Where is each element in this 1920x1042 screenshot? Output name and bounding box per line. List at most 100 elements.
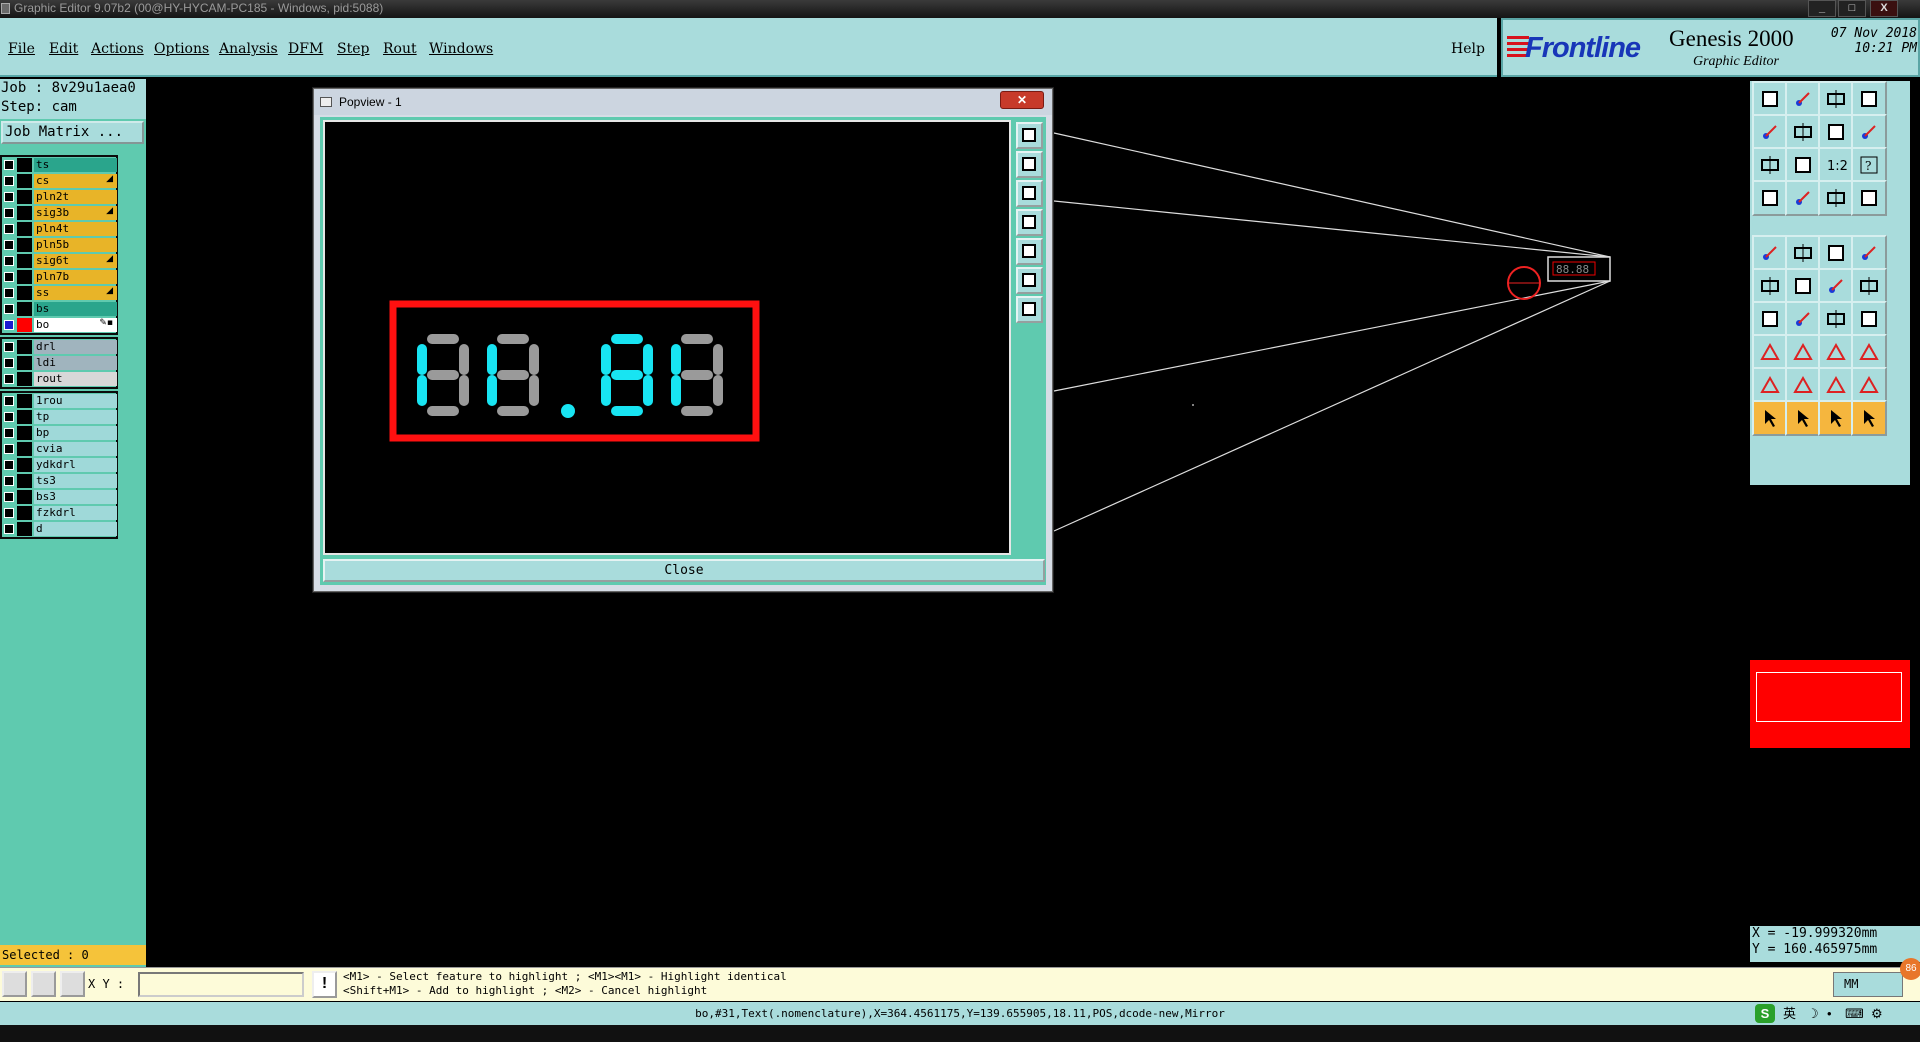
minus-icon[interactable]: [1785, 334, 1821, 370]
settings-wrench-icon[interactable]: ⚙: [1871, 1002, 1883, 1025]
menu-step[interactable]: Step: [337, 41, 369, 57]
layer-checkbox[interactable]: [4, 192, 14, 202]
triangle-icon[interactable]: [1752, 367, 1788, 403]
snap-pad-icon[interactable]: [1752, 334, 1788, 370]
layer-name[interactable]: drl: [34, 340, 117, 354]
layer-row-drl[interactable]: drl: [2, 339, 117, 355]
zoom-io-icon[interactable]: [1818, 114, 1854, 150]
area-select-icon[interactable]: [1851, 400, 1887, 436]
angle-icon[interactable]: [1752, 301, 1788, 337]
layer-name[interactable]: pln5b: [34, 238, 117, 252]
layer-row-cs[interactable]: cs ◢: [2, 173, 117, 189]
snap-icon[interactable]: [1851, 114, 1887, 150]
layer-row-ss[interactable]: ss ◢: [2, 285, 117, 301]
fit-icon[interactable]: [1752, 147, 1788, 183]
layer-name[interactable]: cvia: [34, 442, 117, 456]
layer-name[interactable]: pln2t: [34, 190, 117, 204]
layer-row-tp[interactable]: tp: [2, 409, 117, 425]
layer-name[interactable]: pln7b: [34, 270, 117, 284]
save-icon[interactable]: [1785, 81, 1821, 117]
menu-options[interactable]: Options: [154, 41, 209, 57]
select-icon[interactable]: [1785, 400, 1821, 436]
job-matrix-button[interactable]: Job Matrix ...: [1, 121, 144, 144]
layer-row-sig3b[interactable]: sig3b ◢: [2, 205, 117, 221]
layer-checkbox[interactable]: [4, 412, 14, 422]
menu-rout[interactable]: Rout: [383, 41, 417, 57]
layer-checkbox[interactable]: [4, 492, 14, 502]
menu-edit[interactable]: Edit: [49, 41, 78, 57]
menu-analysis[interactable]: Analysis: [219, 41, 278, 57]
layer-checkbox[interactable]: [4, 358, 14, 368]
ime-s-icon[interactable]: S: [1755, 1004, 1775, 1023]
minimap-panel[interactable]: [1750, 660, 1910, 748]
contour-icon[interactable]: [1818, 367, 1854, 403]
center-icon[interactable]: [1818, 334, 1854, 370]
arc-icon[interactable]: [1818, 301, 1854, 337]
layer-name[interactable]: ydkdrl: [34, 458, 117, 472]
outline-icon[interactable]: [1851, 235, 1887, 271]
window-icon[interactable]: [1851, 81, 1887, 117]
layer-row-ldi[interactable]: ldi: [2, 355, 117, 371]
line-icon[interactable]: [1785, 301, 1821, 337]
line-measure-icon[interactable]: [1785, 180, 1821, 216]
popview-close-x-button[interactable]: ✕: [1000, 91, 1044, 109]
menu-dfm[interactable]: DFM: [288, 41, 323, 57]
xy-input[interactable]: [138, 972, 304, 997]
cross-icon[interactable]: [1785, 268, 1821, 304]
layer-checkbox[interactable]: [4, 288, 14, 298]
layer-row-pln5b[interactable]: pln5b: [2, 237, 117, 253]
grid-tool-icon[interactable]: [60, 971, 85, 997]
layer-checkbox[interactable]: [4, 460, 14, 470]
help-icon[interactable]: ?: [1851, 147, 1887, 183]
copy-icon[interactable]: [1851, 268, 1887, 304]
poly-icon[interactable]: [1785, 367, 1821, 403]
layer-checkbox[interactable]: [4, 208, 14, 218]
layer-name[interactable]: d: [34, 522, 117, 536]
layer-checkbox[interactable]: [4, 374, 14, 384]
menu-file[interactable]: File: [8, 41, 35, 57]
pop-zoom-icon[interactable]: [1016, 122, 1043, 149]
layer-checkbox[interactable]: [4, 342, 14, 352]
layer-row-cvia[interactable]: cvia: [2, 441, 117, 457]
connect-icon[interactable]: [1851, 334, 1887, 370]
layer-name[interactable]: ts: [34, 158, 117, 172]
grid-icon[interactable]: [1818, 235, 1854, 271]
zoom-center-icon[interactable]: [1785, 147, 1821, 183]
layer-name[interactable]: sig3b: [34, 206, 117, 220]
ratio-icon[interactable]: 1:2: [1818, 147, 1854, 183]
layer-row-ydkdrl[interactable]: ydkdrl: [2, 457, 117, 473]
layer-name[interactable]: bs3: [34, 490, 117, 504]
trace-icon[interactable]: [1851, 367, 1887, 403]
move-icon[interactable]: [1818, 268, 1854, 304]
layer-row-pln4t[interactable]: pln4t: [2, 221, 117, 237]
layer-name[interactable]: rout: [34, 372, 117, 386]
layer-checkbox[interactable]: [4, 476, 14, 486]
layer-name[interactable]: 1rou: [34, 394, 117, 408]
layer-checkbox[interactable]: [4, 396, 14, 406]
layer-row-bo[interactable]: bo ✎▪: [2, 317, 117, 333]
layer-checkbox[interactable]: [4, 320, 14, 330]
maximize-button[interactable]: □: [1838, 0, 1866, 17]
popview-title-bar[interactable]: Popview - 1: [314, 89, 1052, 115]
moon-icon[interactable]: ☽: [1807, 1002, 1819, 1025]
layer-name[interactable]: fzkdrl: [34, 506, 117, 520]
home-icon[interactable]: [1818, 81, 1854, 117]
layer-name[interactable]: pln4t: [34, 222, 117, 236]
notification-badge[interactable]: 86: [1900, 958, 1920, 980]
keyboard-icon[interactable]: ⌨: [1845, 1002, 1864, 1025]
select-tool-icon[interactable]: [2, 971, 27, 997]
layer-checkbox[interactable]: [4, 240, 14, 250]
layer-row-bs3[interactable]: bs3: [2, 489, 117, 505]
rotate-icon[interactable]: [1785, 235, 1821, 271]
layer-row-bp[interactable]: bp: [2, 425, 117, 441]
drc-icon[interactable]: [1818, 180, 1854, 216]
layer-row-pln7b[interactable]: pln7b: [2, 269, 117, 285]
pop-center-icon[interactable]: [1016, 296, 1043, 323]
layer-row-ts3[interactable]: ts3: [2, 473, 117, 489]
popview-close-button[interactable]: Close: [323, 559, 1045, 582]
layer-name[interactable]: ldi: [34, 356, 117, 370]
layer-name[interactable]: ts3: [34, 474, 117, 488]
layer-checkbox[interactable]: [4, 272, 14, 282]
unit-selector[interactable]: MM: [1833, 972, 1903, 997]
layer-checkbox[interactable]: [4, 304, 14, 314]
